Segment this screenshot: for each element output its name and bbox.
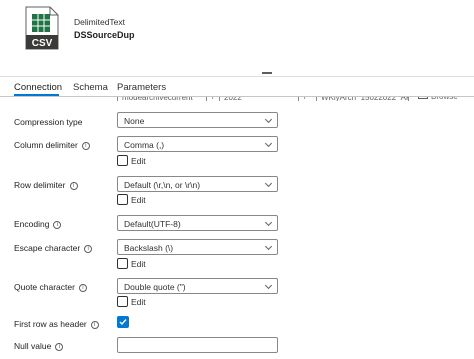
first-row-header-checkbox[interactable] bbox=[117, 316, 129, 328]
row-delimiter-label-text: Row delimiter bbox=[14, 180, 66, 190]
edit-label: Edit bbox=[131, 296, 146, 307]
edit-label: Edit bbox=[131, 155, 146, 166]
tab-schema[interactable]: Schema bbox=[73, 82, 108, 93]
info-circle-icon[interactable]: i bbox=[90, 321, 99, 329]
info-circle-icon[interactable]: i bbox=[55, 343, 64, 351]
compression-type-label-text: Compression type bbox=[14, 117, 83, 127]
quote-character-label: Quote character i bbox=[14, 282, 87, 292]
info-circle-icon[interactable]: i bbox=[81, 142, 90, 150]
csv-icon-label: CSV bbox=[32, 38, 53, 49]
quote-character-select[interactable]: Double quote (") bbox=[117, 278, 278, 294]
checkbox-box[interactable] bbox=[117, 194, 128, 206]
row-delimiter-edit-checkbox[interactable]: Edit bbox=[117, 194, 146, 206]
row-delimiter-value: Default (\r,\n, or \r\n) bbox=[124, 180, 201, 190]
panel-resize-handle[interactable] bbox=[262, 72, 272, 74]
info-circle-icon[interactable]: i bbox=[53, 221, 62, 229]
chevron-down-icon bbox=[264, 115, 273, 124]
compression-type-select[interactable]: None bbox=[117, 112, 278, 128]
checkbox-box[interactable] bbox=[117, 258, 128, 270]
tab-parameters[interactable]: Parameters bbox=[117, 82, 166, 93]
compression-type-label: Compression type bbox=[14, 117, 83, 127]
escape-character-select[interactable]: Backslash (\) bbox=[117, 239, 278, 255]
quote-character-edit-checkbox[interactable]: Edit bbox=[117, 296, 146, 308]
null-value-label: Null value i bbox=[14, 341, 64, 351]
checkbox-box[interactable] bbox=[117, 296, 128, 308]
tab-divider bbox=[0, 96, 474, 97]
first-row-header-label: First row as header i bbox=[14, 319, 99, 329]
info-circle-icon[interactable]: i bbox=[78, 284, 87, 292]
tab-connection[interactable]: Connection bbox=[14, 82, 62, 93]
encoding-label-text: Encoding bbox=[14, 219, 50, 229]
column-delimiter-select[interactable]: Comma (,) bbox=[117, 136, 278, 152]
csv-file-icon: CSV bbox=[25, 6, 59, 50]
column-delimiter-label: Column delimiter i bbox=[14, 140, 90, 150]
encoding-value: Default(UTF-8) bbox=[124, 219, 181, 229]
encoding-select[interactable]: Default(UTF-8) bbox=[117, 215, 278, 231]
column-delimiter-label-text: Column delimiter bbox=[14, 140, 78, 150]
compression-type-value: None bbox=[124, 116, 145, 126]
null-value-input[interactable] bbox=[117, 337, 278, 353]
column-delimiter-edit-checkbox[interactable]: Edit bbox=[117, 155, 146, 167]
encoding-label: Encoding i bbox=[14, 219, 62, 229]
checkmark-icon bbox=[119, 319, 127, 326]
column-delimiter-value: Comma (,) bbox=[124, 140, 165, 150]
dataset-name: DSSourceDup bbox=[74, 30, 135, 40]
chevron-down-icon bbox=[264, 179, 273, 188]
tab-bar: Connection Schema Parameters bbox=[0, 78, 474, 96]
header-divider bbox=[0, 76, 474, 77]
checkbox-box[interactable] bbox=[117, 155, 128, 167]
row-delimiter-select[interactable]: Default (\r,\n, or \r\n) bbox=[117, 176, 278, 192]
first-row-header-label-text: First row as header bbox=[14, 319, 87, 329]
chevron-down-icon bbox=[264, 242, 273, 251]
chevron-down-icon bbox=[264, 218, 273, 227]
escape-character-label: Escape character i bbox=[14, 243, 93, 253]
row-delimiter-label: Row delimiter i bbox=[14, 180, 78, 190]
info-circle-icon[interactable]: i bbox=[69, 182, 78, 190]
chevron-down-icon bbox=[264, 139, 273, 148]
escape-character-value: Backslash (\) bbox=[124, 243, 174, 253]
escape-character-label-text: Escape character bbox=[14, 243, 81, 253]
dataset-header: CSV DelimitedText DSSourceDup bbox=[0, 0, 474, 70]
edit-label: Edit bbox=[131, 258, 146, 269]
dataset-type: DelimitedText bbox=[74, 17, 126, 27]
edit-label: Edit bbox=[131, 194, 146, 205]
info-circle-icon[interactable]: i bbox=[84, 245, 93, 253]
quote-character-value: Double quote (") bbox=[124, 282, 186, 292]
null-value-label-text: Null value bbox=[14, 341, 52, 351]
escape-character-edit-checkbox[interactable]: Edit bbox=[117, 258, 146, 270]
quote-character-label-text: Quote character bbox=[14, 282, 75, 292]
chevron-down-icon bbox=[264, 281, 273, 290]
